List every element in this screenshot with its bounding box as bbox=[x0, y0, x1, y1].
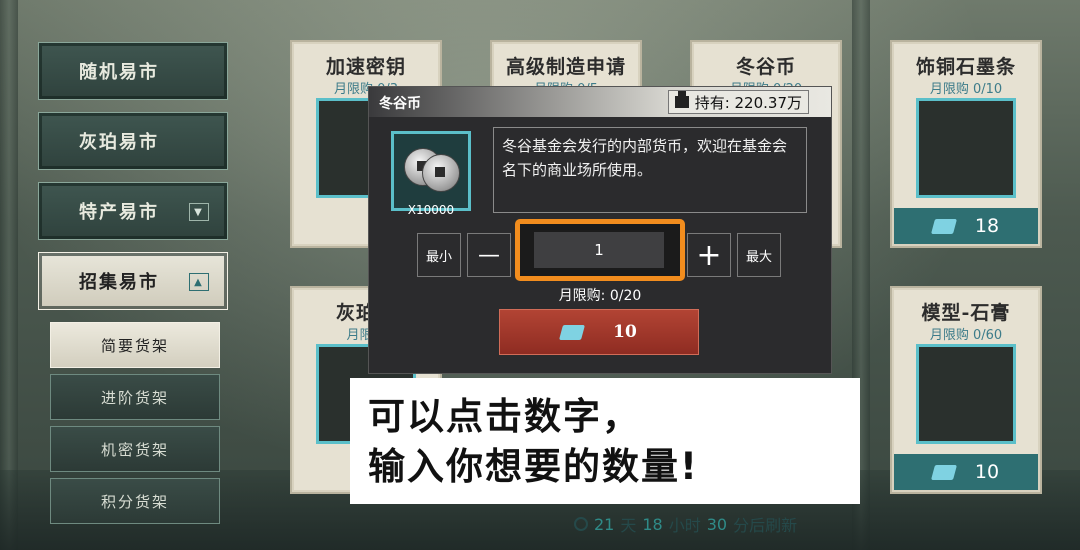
card-price: 10 bbox=[894, 454, 1038, 490]
timer-days: 21 bbox=[594, 514, 615, 534]
book-icon bbox=[930, 218, 957, 234]
holding-text: 持有: 220.37万 bbox=[694, 93, 802, 112]
book-icon bbox=[930, 464, 957, 480]
sidebar-item-random-market[interactable]: 随机易市 bbox=[38, 42, 228, 100]
dialog-title: 冬谷币 bbox=[379, 96, 421, 112]
subitem-points-shelf[interactable]: 积分货架 bbox=[50, 478, 220, 524]
card-name: 冬谷币 bbox=[735, 56, 796, 78]
min-button[interactable]: 最小 bbox=[417, 233, 461, 277]
card-name: 高级制造申请 bbox=[505, 56, 626, 78]
clock-icon bbox=[574, 517, 588, 531]
sidebar-item-amber-market[interactable]: 灰珀易市 bbox=[38, 112, 228, 170]
coin-icon bbox=[422, 154, 460, 192]
price-value: 10 bbox=[974, 461, 1000, 483]
holding-badge: 持有: 220.37万 bbox=[667, 90, 809, 114]
subitem-basic-shelf[interactable]: 简要货架 bbox=[50, 322, 220, 368]
card-price: 18 bbox=[894, 208, 1038, 244]
inventory-icon bbox=[674, 91, 689, 108]
shop-card-copper-graphite[interactable]: 饰铜石墨条 月限购 0/10 18 bbox=[892, 42, 1040, 246]
timer-unit: 分后刷新 bbox=[733, 516, 798, 535]
sidebar-item-label: 特产易市 bbox=[79, 202, 159, 223]
buy-button[interactable]: 10 bbox=[499, 309, 699, 355]
chevron-down-icon: ▼ bbox=[189, 203, 209, 221]
item-description: 冬谷基金会发行的内部货币，欢迎在基金会名下的商业场所使用。 bbox=[493, 127, 807, 213]
item-quantity: X10000 bbox=[407, 203, 455, 217]
subitem-secret-shelf[interactable]: 机密货架 bbox=[50, 426, 220, 472]
timer-hours: 18 bbox=[642, 514, 663, 534]
pillar-left bbox=[0, 0, 18, 550]
quantity-input[interactable]: 1 bbox=[534, 232, 664, 268]
timer-unit: 天 bbox=[620, 516, 637, 535]
item-icon-box bbox=[391, 131, 471, 211]
card-name: 饰铜石墨条 bbox=[915, 56, 1016, 78]
minus-button[interactable]: — bbox=[467, 233, 511, 277]
tutorial-annotation: 可以点击数字， 输入你想要的数量! bbox=[350, 378, 860, 504]
plus-button[interactable]: + bbox=[687, 233, 731, 277]
purchase-dialog: 冬谷币 持有: 220.37万 X10000 冬谷基金会发行的内部货币，欢迎在基… bbox=[368, 86, 832, 374]
subitem-label: 机密货架 bbox=[100, 440, 169, 459]
price-value: 18 bbox=[974, 215, 1000, 237]
quantity-input-highlight: 1 bbox=[515, 219, 685, 281]
monthly-limit: 月限购: 0/20 bbox=[558, 288, 642, 304]
subitem-advanced-shelf[interactable]: 进阶货架 bbox=[50, 374, 220, 420]
card-limit: 月限购 0/10 bbox=[929, 82, 1003, 97]
max-button[interactable]: 最大 bbox=[737, 233, 781, 277]
subitem-label: 积分货架 bbox=[100, 492, 169, 511]
card-limit: 月限购 0/60 bbox=[929, 328, 1003, 343]
timer-unit: 小时 bbox=[668, 516, 701, 535]
refresh-timer: 21 天 18 小时 30 分后刷新 bbox=[574, 512, 797, 536]
subitem-label: 简要货架 bbox=[100, 336, 169, 355]
sidebar-item-label: 招集易市 bbox=[79, 272, 159, 293]
item-image bbox=[916, 98, 1016, 198]
sidebar-item-recruit-market[interactable]: 招集易市 ▲ bbox=[38, 252, 228, 310]
book-icon bbox=[559, 324, 586, 340]
item-image bbox=[916, 344, 1016, 444]
chevron-up-icon: ▲ bbox=[189, 273, 209, 291]
annotation-line: 可以点击数字， bbox=[368, 395, 641, 438]
buy-price: 10 bbox=[613, 322, 637, 342]
sidebar-item-specialty-market[interactable]: 特产易市 ▼ bbox=[38, 182, 228, 240]
timer-minutes: 30 bbox=[706, 514, 728, 534]
sidebar-item-label: 灰珀易市 bbox=[79, 132, 159, 153]
subitem-label: 进阶货架 bbox=[100, 388, 169, 407]
sidebar-item-label: 随机易市 bbox=[79, 62, 159, 83]
shop-card-model-plaster[interactable]: 模型-石膏 月限购 0/60 10 bbox=[892, 288, 1040, 492]
annotation-line: 输入你想要的数量! bbox=[368, 445, 699, 488]
card-name: 模型-石膏 bbox=[921, 302, 1011, 324]
card-name: 加速密钥 bbox=[325, 56, 406, 78]
